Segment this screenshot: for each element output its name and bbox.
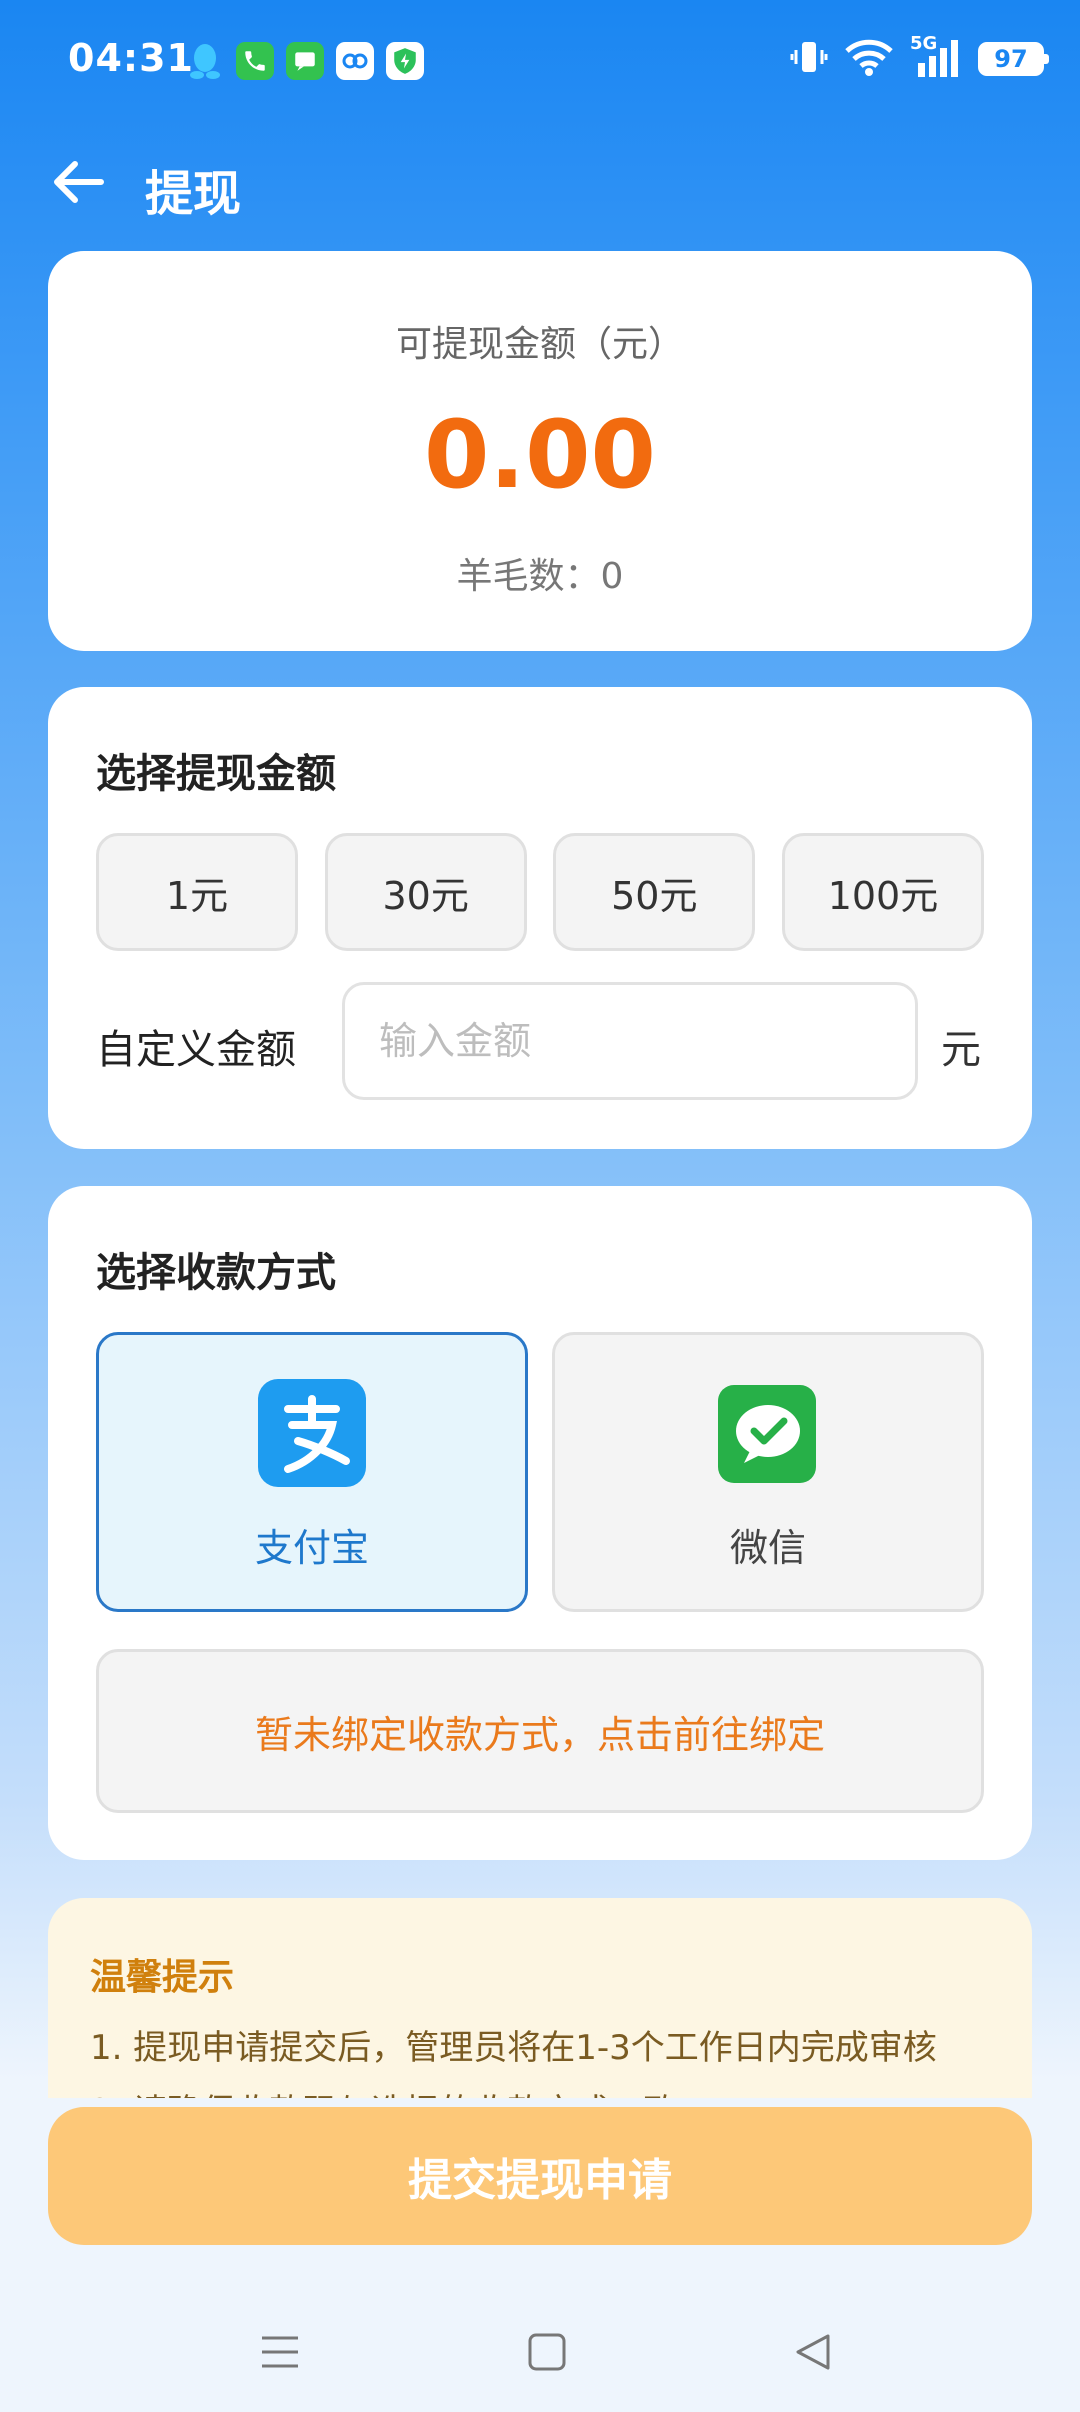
wechat-label: 微信 [729,1526,806,1570]
amount-option-30[interactable]: 30元 [324,833,527,951]
shield-icon [386,42,424,80]
nav-back-button[interactable] [780,2320,844,2384]
payment-method-card: 选择收款方式 支付宝 微信 暂未绑定收款方式，点击前往绑定 [48,1186,1032,1860]
currency-unit: 元 [941,1027,981,1073]
status-time: 04:31 [68,36,194,80]
method-section-title: 选择收款方式 [96,1250,336,1296]
amount-option-1[interactable]: 1元 [96,833,298,951]
amount-selection-card: 选择提现金额 1元 30元 50元 100元 自定义金额 元 [48,687,1032,1149]
back-button[interactable] [46,150,110,214]
tips-title: 温馨提示 [90,1957,235,1998]
app-header: 提现 [0,140,1080,224]
custom-amount-label: 自定义金额 [96,1027,296,1073]
points-count: 羊毛数：0 [456,556,624,597]
amount-option-100[interactable]: 100元 [781,833,984,951]
system-icons: 5G 97 [790,33,1049,80]
amount-options: 1元 30元 50元 100元 [96,833,984,951]
notification-icons [186,42,424,80]
home-icon [528,2333,566,2371]
page-title: 提现 [145,166,242,222]
cellular-signal-icon: 5G [910,33,962,79]
message-icon [286,42,324,80]
alipay-icon [258,1379,366,1487]
amount-option-50[interactable]: 50元 [553,833,756,951]
wechat-option[interactable]: 微信 [552,1332,984,1612]
triangle-back-icon [796,2334,830,2370]
link-icon [336,42,374,80]
custom-amount-input[interactable] [342,982,918,1100]
alipay-label: 支付宝 [254,1526,369,1570]
bind-payment-prompt[interactable]: 暂未绑定收款方式，点击前往绑定 [96,1649,984,1813]
vibrate-icon [790,38,828,80]
phone-icon [236,42,274,80]
tips-card: 温馨提示 1. 提现申请提交后，管理员将在1-3个工作日内完成审核 2. 请确保… [48,1898,1032,2118]
wifi-icon [844,38,894,80]
nav-menu-button[interactable] [248,2320,312,2384]
balance-label: 可提现金额（元） [395,324,684,365]
method-options: 支付宝 微信 [96,1332,984,1612]
qq-icon [186,42,224,80]
nav-home-button[interactable] [515,2320,579,2384]
wechat-icon [718,1385,816,1483]
arrow-left-icon [54,161,104,203]
balance-value: 0.00 [424,401,656,510]
balance-card: 可提现金额（元） 0.00 羊毛数：0 [48,251,1032,651]
tips-item: 1. 提现申请提交后，管理员将在1-3个工作日内完成审核 [90,2028,937,2068]
amount-section-title: 选择提现金额 [96,751,336,797]
alipay-option[interactable]: 支付宝 [96,1332,528,1612]
system-nav-bar [0,2300,1080,2412]
submit-withdraw-button[interactable]: 提交提现申请 [48,2107,1032,2245]
status-bar: 04:31 5G 97 [0,0,1080,120]
battery-icon: 97 [978,42,1049,76]
menu-icon [262,2336,298,2368]
